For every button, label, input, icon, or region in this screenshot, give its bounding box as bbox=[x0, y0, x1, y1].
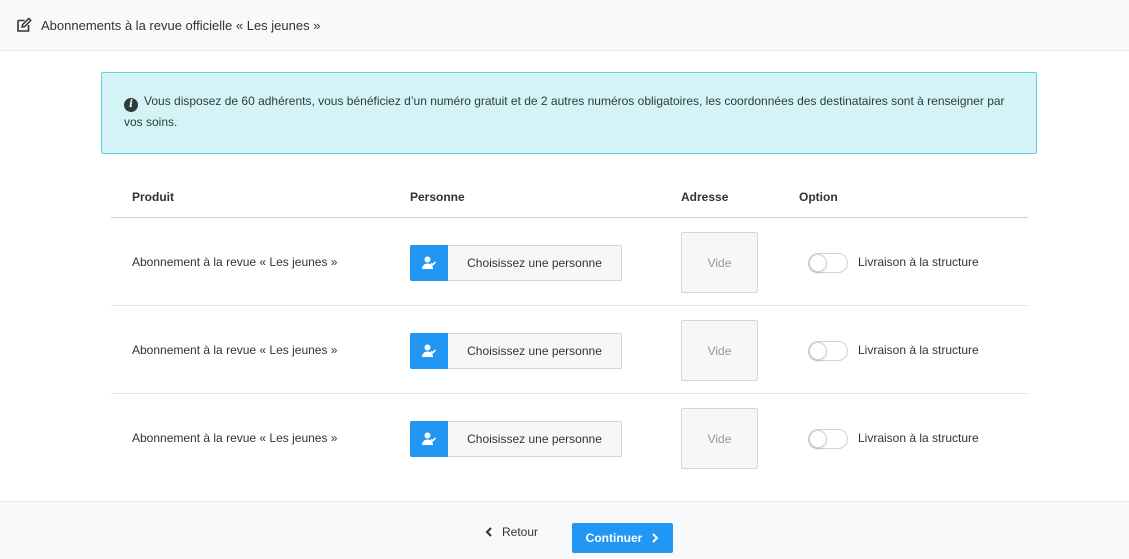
toggle-knob bbox=[809, 342, 827, 360]
address-value: Vide bbox=[707, 431, 732, 446]
choose-person-label: Choisissez une personne bbox=[448, 333, 622, 369]
address-value: Vide bbox=[707, 343, 732, 358]
page-header: Abonnements à la revue officielle « Les … bbox=[0, 0, 1129, 51]
info-circle-icon: i bbox=[124, 98, 138, 112]
continue-button[interactable]: Continuer bbox=[572, 523, 673, 553]
choose-person-button[interactable]: Choisissez une personne bbox=[410, 245, 622, 281]
choose-person-button[interactable]: Choisissez une personne bbox=[410, 421, 622, 457]
delivery-option-label: Livraison à la structure bbox=[858, 255, 979, 269]
edit-icon bbox=[16, 17, 32, 33]
address-box[interactable]: Vide bbox=[681, 320, 758, 381]
column-header-address: Adresse bbox=[681, 190, 729, 204]
product-name: Abonnement à la revue « Les jeunes » bbox=[132, 431, 338, 445]
product-name: Abonnement à la revue « Les jeunes » bbox=[132, 255, 338, 269]
subscriptions-table: Produit Personne Adresse Option Abonneme… bbox=[111, 176, 1028, 482]
page-footer: Retour Continuer bbox=[0, 501, 1129, 559]
delivery-to-structure-toggle[interactable] bbox=[808, 341, 848, 361]
column-header-product: Produit bbox=[132, 190, 174, 204]
choose-person-label: Choisissez une personne bbox=[448, 245, 622, 281]
delivery-option-label: Livraison à la structure bbox=[858, 431, 979, 445]
product-name: Abonnement à la revue « Les jeunes » bbox=[132, 343, 338, 357]
table-row: Abonnement à la revue « Les jeunes » Cho… bbox=[111, 394, 1028, 482]
delivery-option-label: Livraison à la structure bbox=[858, 343, 979, 357]
info-message: Vous disposez de 60 adhérents, vous béné… bbox=[124, 94, 1005, 129]
table-row: Abonnement à la revue « Les jeunes » Cho… bbox=[111, 306, 1028, 394]
choose-person-button[interactable]: Choisissez une personne bbox=[410, 333, 622, 369]
user-icon bbox=[410, 245, 448, 281]
column-header-person: Personne bbox=[410, 190, 465, 204]
page-title: Abonnements à la revue officielle « Les … bbox=[41, 17, 321, 33]
delivery-to-structure-toggle[interactable] bbox=[808, 429, 848, 449]
back-button-label: Retour bbox=[502, 525, 539, 539]
back-button[interactable]: Retour bbox=[485, 522, 538, 542]
continue-button-label: Continuer bbox=[585, 531, 643, 545]
address-box[interactable]: Vide bbox=[681, 232, 758, 293]
user-icon bbox=[410, 333, 448, 369]
info-alert: i Vous disposez de 60 adhérents, vous bén… bbox=[101, 72, 1037, 154]
column-header-option: Option bbox=[799, 190, 838, 204]
chevron-left-icon bbox=[485, 527, 493, 537]
table-row: Abonnement à la revue « Les jeunes » Cho… bbox=[111, 218, 1028, 306]
user-icon bbox=[410, 421, 448, 457]
delivery-to-structure-toggle[interactable] bbox=[808, 253, 848, 273]
table-header: Produit Personne Adresse Option bbox=[111, 176, 1028, 218]
toggle-knob bbox=[809, 254, 827, 272]
toggle-knob bbox=[809, 430, 827, 448]
address-value: Vide bbox=[707, 255, 732, 270]
chevron-right-icon bbox=[651, 533, 659, 543]
choose-person-label: Choisissez une personne bbox=[448, 421, 622, 457]
address-box[interactable]: Vide bbox=[681, 408, 758, 469]
